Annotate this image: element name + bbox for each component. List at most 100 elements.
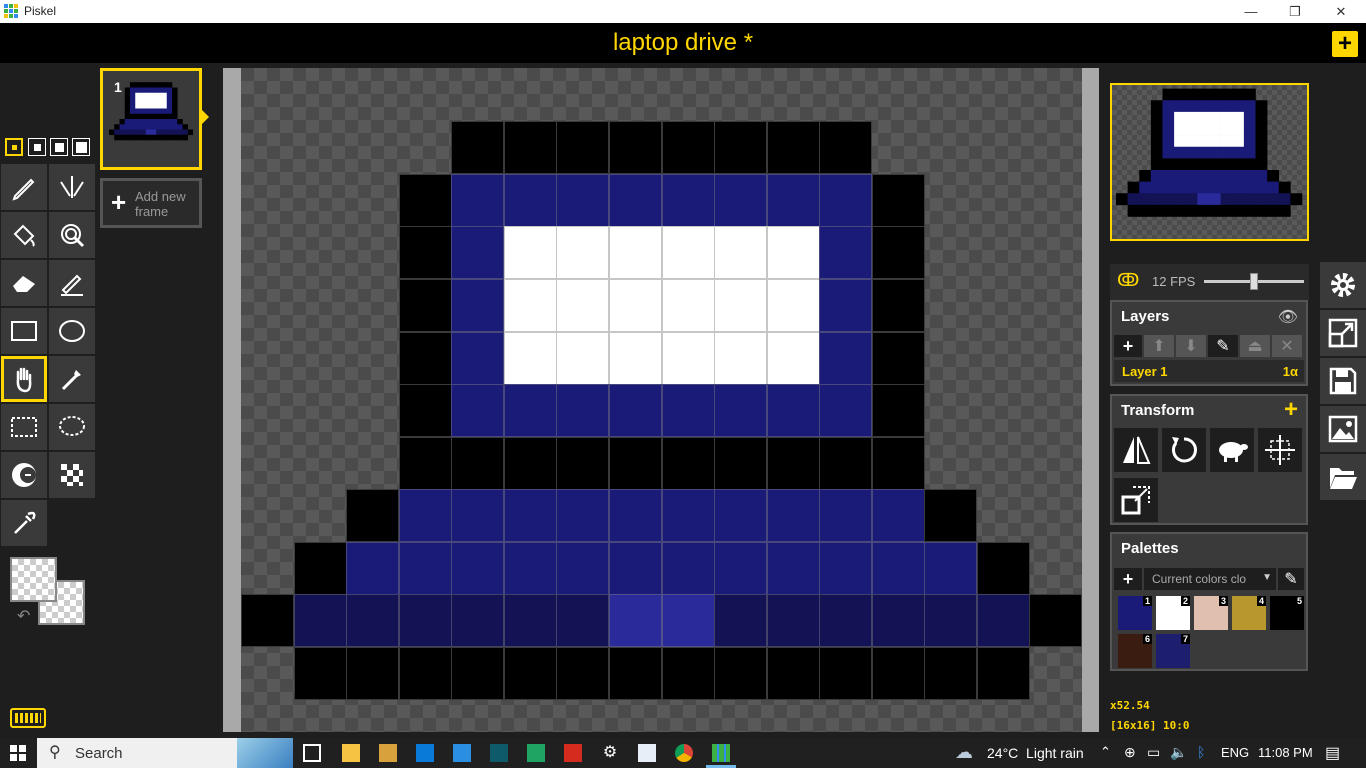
canvas-pixel[interactable] xyxy=(714,384,768,438)
canvas-pixel[interactable] xyxy=(451,173,505,227)
align-center-button[interactable] xyxy=(1258,428,1302,472)
canvas-pixel[interactable] xyxy=(608,541,662,595)
canvas-pixel[interactable] xyxy=(766,646,820,700)
canvas-pixel[interactable] xyxy=(451,279,505,333)
canvas-pixel[interactable] xyxy=(503,279,557,333)
canvas-pixel[interactable] xyxy=(661,384,715,438)
primary-color-swatch[interactable] xyxy=(10,557,57,602)
network-icon[interactable]: ⊕ xyxy=(1124,744,1136,761)
vertical-mirror-pen-tool[interactable] xyxy=(49,164,95,210)
canvas-pixel[interactable] xyxy=(398,646,452,700)
canvas-pixel[interactable] xyxy=(766,541,820,595)
language-indicator[interactable]: ENG xyxy=(1221,745,1249,760)
canvas-pixel[interactable] xyxy=(766,436,820,490)
canvas-pixel[interactable] xyxy=(556,489,610,543)
canvas-pixel[interactable] xyxy=(346,594,400,648)
canvas-pixel[interactable] xyxy=(451,541,505,595)
paint-all-same-color-tool[interactable] xyxy=(49,212,95,258)
canvas-pixel[interactable] xyxy=(451,646,505,700)
swap-colors-icon[interactable]: ↶ xyxy=(17,606,30,626)
canvas-pixel[interactable] xyxy=(871,173,925,227)
windows-start-icon[interactable] xyxy=(10,745,26,761)
canvas-pixel[interactable] xyxy=(714,489,768,543)
canvas-pixel[interactable] xyxy=(556,121,610,175)
close-button[interactable]: ✕ xyxy=(1318,0,1364,23)
palette-swatch[interactable]: 4 xyxy=(1232,596,1266,630)
canvas-pixel[interactable] xyxy=(819,646,873,700)
canvas-pixel[interactable] xyxy=(714,279,768,333)
canvas-pixel[interactable] xyxy=(503,594,557,648)
canvas-pixel[interactable] xyxy=(714,594,768,648)
task-view-icon[interactable] xyxy=(303,744,321,762)
bluetooth-icon[interactable]: ᛒ xyxy=(1197,744,1205,760)
notepad-icon[interactable] xyxy=(638,744,656,762)
canvas-pixel[interactable] xyxy=(556,331,610,385)
circle-tool[interactable] xyxy=(49,308,95,354)
frame-thumbnail-1[interactable]: 1 xyxy=(100,68,202,170)
canvas-pixel[interactable] xyxy=(819,173,873,227)
canvas-pixel[interactable] xyxy=(661,646,715,700)
canvas-pixel[interactable] xyxy=(714,121,768,175)
clone-button[interactable] xyxy=(1210,428,1254,472)
canvas-pixel[interactable] xyxy=(556,384,610,438)
eye-icon[interactable]: 👁 xyxy=(1278,307,1298,327)
rename-layer-button[interactable]: ✎ xyxy=(1208,335,1238,357)
canvas-pixel[interactable] xyxy=(608,384,662,438)
canvas-pixel[interactable] xyxy=(766,121,820,175)
canvas-pixel[interactable] xyxy=(451,384,505,438)
canvas-pixel[interactable] xyxy=(503,384,557,438)
canvas-pixel[interactable] xyxy=(503,331,557,385)
canvas-pixel[interactable] xyxy=(608,121,662,175)
canvas-pixel[interactable] xyxy=(398,594,452,648)
canvas-pixel[interactable] xyxy=(451,489,505,543)
palette-swatch[interactable]: 1 xyxy=(1118,596,1152,630)
pixel-canvas[interactable] xyxy=(241,68,1083,732)
canvas-pixel[interactable] xyxy=(714,436,768,490)
palette-select[interactable]: Current colors clo ▼ xyxy=(1144,568,1276,590)
canvas-pixel[interactable] xyxy=(871,541,925,595)
move-layer-up-button[interactable]: ⬆ xyxy=(1144,335,1174,357)
add-new-frame-button[interactable]: + Add new frame xyxy=(100,178,202,228)
canvas-pixel[interactable] xyxy=(241,594,294,648)
flip-button[interactable] xyxy=(1114,428,1158,472)
transform-add-icon[interactable]: + xyxy=(1284,396,1298,424)
canvas-pixel[interactable] xyxy=(398,279,452,333)
canvas-pixel[interactable] xyxy=(819,121,873,175)
mail-icon[interactable] xyxy=(453,744,471,762)
canvas-pixel[interactable] xyxy=(503,541,557,595)
taskbar-search-box[interactable]: ⚲ Search xyxy=(37,738,293,768)
canvas-pixel[interactable] xyxy=(924,489,978,543)
canvas-pixel[interactable] xyxy=(871,279,925,333)
settings-button[interactable] xyxy=(1320,262,1366,308)
canvas-pixel[interactable] xyxy=(398,541,452,595)
add-layer-button[interactable]: + xyxy=(1114,335,1142,357)
canvas-pixel[interactable] xyxy=(661,226,715,280)
canvas-pixel[interactable] xyxy=(661,594,715,648)
lasso-selection-tool[interactable] xyxy=(49,404,95,450)
canvas-pixel[interactable] xyxy=(766,384,820,438)
file-explorer-icon[interactable] xyxy=(342,744,360,762)
canvas-pixel[interactable] xyxy=(766,489,820,543)
canvas-pixel[interactable] xyxy=(976,541,1030,595)
canvas-pixel[interactable] xyxy=(819,594,873,648)
canvas-pixel[interactable] xyxy=(503,121,557,175)
canvas-pixel[interactable] xyxy=(608,594,662,648)
settings-gear-icon[interactable]: ⚙ xyxy=(601,744,619,762)
canvas-pixel[interactable] xyxy=(819,436,873,490)
battery-icon[interactable]: ▭ xyxy=(1147,744,1160,761)
pen-size-3[interactable] xyxy=(50,138,68,156)
canvas-pixel[interactable] xyxy=(661,121,715,175)
canvas-pixel[interactable] xyxy=(503,173,557,227)
canvas-pixel[interactable] xyxy=(714,541,768,595)
piskel-taskbar-icon[interactable] xyxy=(712,744,730,762)
canvas-pixel[interactable] xyxy=(924,646,978,700)
canvas-pixel[interactable] xyxy=(398,226,452,280)
canvas-pixel[interactable] xyxy=(608,279,662,333)
canvas-pixel[interactable] xyxy=(819,489,873,543)
canvas-pixel[interactable] xyxy=(293,646,347,700)
canvas-pixel[interactable] xyxy=(451,226,505,280)
document-title[interactable]: laptop drive * xyxy=(0,29,1366,57)
save-button[interactable] xyxy=(1320,358,1366,404)
canvas-pixel[interactable] xyxy=(398,173,452,227)
rectangle-selection-tool[interactable] xyxy=(1,404,47,450)
